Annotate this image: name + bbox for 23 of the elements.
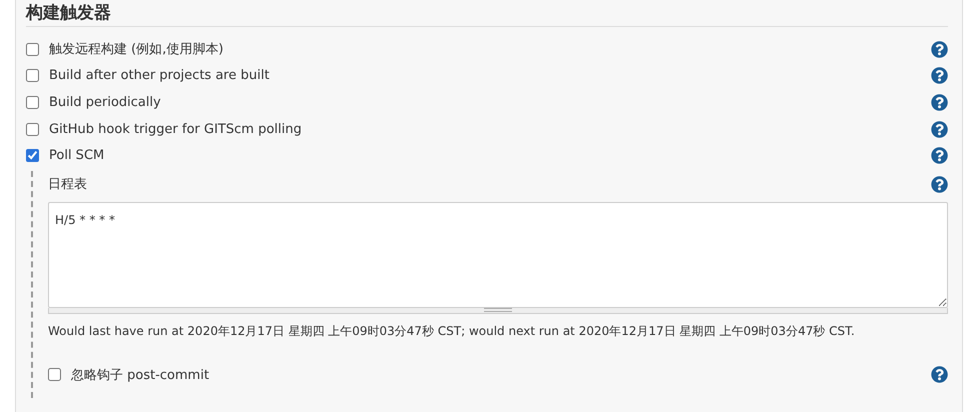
help-icon[interactable] xyxy=(931,147,948,164)
ignore-hook-checkbox[interactable] xyxy=(48,368,61,382)
trigger-label: Build periodically xyxy=(49,94,161,110)
trigger-checkbox[interactable] xyxy=(26,122,39,136)
help-icon[interactable] xyxy=(931,366,948,384)
help-icon[interactable] xyxy=(931,67,948,84)
schedule-field[interactable]: H/5 * * * * xyxy=(48,202,948,308)
trigger-label: Poll SCM xyxy=(49,148,104,164)
trigger-label: Build after other projects are built xyxy=(49,68,270,84)
trigger-checkbox[interactable] xyxy=(26,96,39,109)
section-title: 构建触发器 xyxy=(26,0,948,27)
trigger-label: 触发远程构建 (例如,使用脚本) xyxy=(49,41,224,58)
trigger-checkbox[interactable] xyxy=(26,149,39,162)
trigger-checkbox[interactable] xyxy=(26,69,39,82)
ignore-hook-label: 忽略钩子 post-commit xyxy=(71,366,210,384)
help-icon[interactable] xyxy=(931,94,948,111)
help-icon[interactable] xyxy=(931,40,948,58)
help-icon[interactable] xyxy=(931,176,948,193)
trigger-checkbox[interactable] xyxy=(26,42,39,56)
trigger-label: GitHub hook trigger for GITScm polling xyxy=(49,122,302,137)
schedule-info: Would last have run at 2020年12月17日 星期四 上午09时03分47秒 CST; would next run at 2020年12月17日 星期四 上午09时03分47秒 CST. xyxy=(48,322,856,340)
help-icon[interactable] xyxy=(931,120,948,138)
schedule-label: 日程表 xyxy=(48,176,87,194)
